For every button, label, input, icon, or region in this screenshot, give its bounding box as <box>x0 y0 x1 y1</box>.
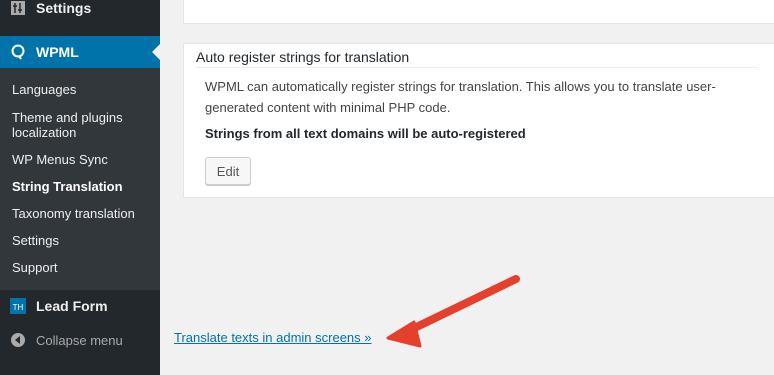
translate-admin-texts-link[interactable]: Translate texts in admin screens » <box>174 330 372 345</box>
auto-register-status: Strings from all text domains will be au… <box>205 126 526 141</box>
auto-register-card: Auto register strings for translation WP… <box>183 43 774 198</box>
submenu-item-wp-menus-sync[interactable]: WP Menus Sync <box>12 152 152 167</box>
admin-sidebar: Settings WPML Languages Theme and plugin… <box>0 0 160 375</box>
submenu-item-languages[interactable]: Languages <box>12 82 152 97</box>
auto-register-title: Auto register strings for translation <box>196 49 410 65</box>
collapse-icon <box>10 332 26 348</box>
submenu-item-string-translation[interactable]: String Translation <box>12 179 152 194</box>
edit-button[interactable]: Edit <box>205 157 251 185</box>
submenu-item-taxonomy-translation[interactable]: Taxonomy translation <box>12 206 152 221</box>
card-divider <box>196 67 758 68</box>
previous-settings-card <box>183 0 774 24</box>
menu-item-wpml[interactable]: WPML <box>0 36 160 68</box>
lead-form-icon: TH <box>10 298 26 314</box>
menu-item-lead-form[interactable]: TH Lead Form <box>0 290 160 322</box>
submenu-item-support[interactable]: Support <box>12 260 152 275</box>
current-menu-caret <box>152 44 160 60</box>
submenu-item-settings[interactable]: Settings <box>12 233 152 248</box>
settings-icon <box>10 0 26 16</box>
wpml-icon <box>10 44 26 60</box>
wpml-submenu: Languages Theme and plugins localization… <box>0 68 160 290</box>
menu-item-settings[interactable]: Settings <box>0 0 160 20</box>
collapse-menu-button[interactable]: Collapse menu <box>0 330 160 350</box>
auto-register-description: WPML can automatically register strings … <box>205 79 716 115</box>
menu-label-settings: Settings <box>36 0 92 16</box>
menu-label-wpml: WPML <box>36 44 79 60</box>
lead-form-icon-text: TH <box>13 303 24 312</box>
red-arrow-annotation <box>386 275 520 348</box>
menu-label-lead-form: Lead Form <box>36 298 108 314</box>
collapse-menu-label: Collapse menu <box>36 333 123 348</box>
submenu-item-theme-plugins-localization[interactable]: Theme and plugins localization <box>12 110 152 140</box>
